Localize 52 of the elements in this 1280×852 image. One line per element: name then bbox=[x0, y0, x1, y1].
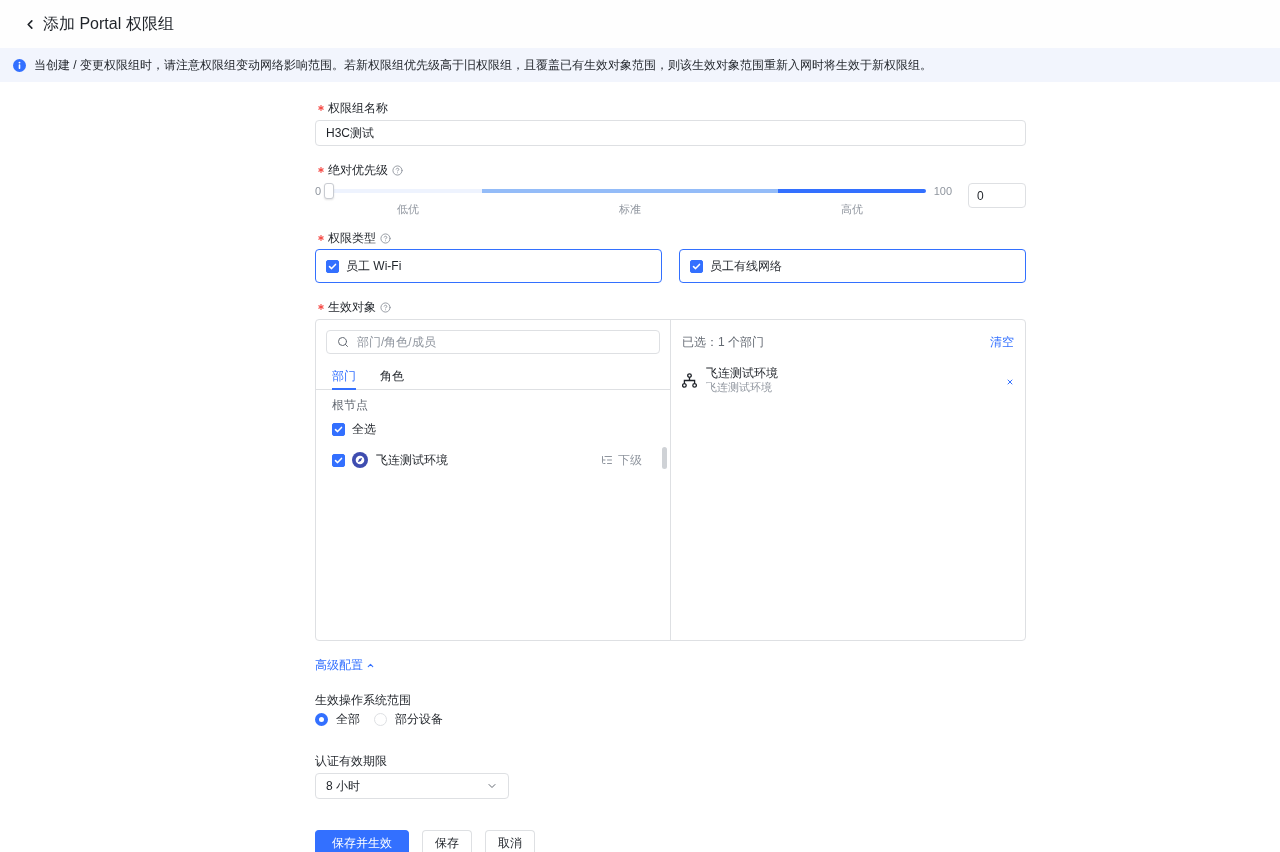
help-icon[interactable] bbox=[380, 232, 391, 244]
close-icon[interactable] bbox=[1006, 378, 1014, 386]
notice-text: 当创建 / 变更权限组时，请注意权限组变动网络影响范围。若新权限组优先级高于旧权限组，且覆盖已有生效对象范围，则该生效对象范围重新入网时将生效于新权限组。 bbox=[34, 57, 932, 73]
duration-select[interactable]: 8 小时 bbox=[315, 773, 509, 799]
radio-option[interactable]: 全部 bbox=[315, 711, 360, 727]
checkbox[interactable] bbox=[332, 422, 345, 436]
priority-input[interactable]: 0 bbox=[968, 183, 1026, 208]
tree-item[interactable]: 飞连测试环境 bbox=[332, 451, 448, 469]
band-label: 标准 bbox=[618, 202, 641, 216]
checkbox[interactable] bbox=[690, 259, 703, 273]
field-label: 权限类型 bbox=[328, 230, 376, 246]
radio[interactable] bbox=[315, 712, 328, 726]
field-label: 认证有效期限 bbox=[315, 753, 387, 769]
permission-option[interactable]: 员工 Wi-Fi bbox=[315, 249, 662, 283]
help-icon[interactable] bbox=[392, 164, 403, 176]
search-icon bbox=[337, 336, 349, 348]
band-label: 高优 bbox=[840, 202, 863, 216]
search-input[interactable]: 部门/角色/成员 bbox=[357, 334, 649, 350]
name-input[interactable]: H3C测试 bbox=[315, 120, 1026, 146]
band-label: 低优 bbox=[397, 202, 420, 216]
field-label: 生效对象 bbox=[328, 299, 376, 315]
hierarchy-icon bbox=[682, 372, 697, 388]
slider-max-label: 100 bbox=[933, 184, 952, 199]
scrollbar-thumb[interactable] bbox=[662, 447, 667, 469]
checkbox[interactable] bbox=[332, 453, 345, 467]
radio-option[interactable]: 部分设备 bbox=[374, 711, 443, 727]
field-label: 生效操作系统范围 bbox=[315, 692, 411, 708]
info-icon bbox=[13, 58, 26, 72]
selected-item-path: 飞连测试环境 bbox=[706, 380, 773, 394]
selected-item-name: 飞连测试环境 bbox=[706, 366, 778, 380]
primary-button[interactable]: 保存并生效 bbox=[315, 830, 409, 852]
compass-icon bbox=[352, 452, 368, 468]
advanced-toggle[interactable]: 高级配置 bbox=[315, 657, 375, 673]
help-icon[interactable] bbox=[380, 301, 391, 313]
list-tree-icon bbox=[601, 454, 613, 466]
checkbox[interactable] bbox=[326, 259, 339, 273]
slider-min-label: 0 bbox=[315, 184, 322, 199]
select-all-option[interactable]: 全选 bbox=[332, 421, 376, 437]
field-label: 绝对优先级 bbox=[328, 162, 388, 178]
field-label: 权限组名称 bbox=[328, 100, 388, 116]
secondary-button[interactable]: 保存 bbox=[422, 830, 472, 852]
permission-option[interactable]: 员工有线网络 bbox=[679, 249, 1026, 283]
page-title: 添加 Portal 权限组 bbox=[43, 14, 174, 34]
search-field[interactable]: 部门/角色/成员 bbox=[326, 330, 660, 354]
secondary-button[interactable]: 取消 bbox=[485, 830, 535, 852]
back-icon[interactable] bbox=[27, 19, 33, 29]
tree-root-label: 根节点 bbox=[332, 397, 368, 413]
slider-thumb[interactable] bbox=[324, 183, 335, 199]
tab[interactable]: 角色 bbox=[380, 364, 404, 390]
tab[interactable]: 部门 bbox=[332, 364, 356, 390]
selection-summary: 已选：1 个部门 bbox=[682, 333, 764, 351]
clear-link[interactable]: 清空 bbox=[990, 333, 1014, 351]
